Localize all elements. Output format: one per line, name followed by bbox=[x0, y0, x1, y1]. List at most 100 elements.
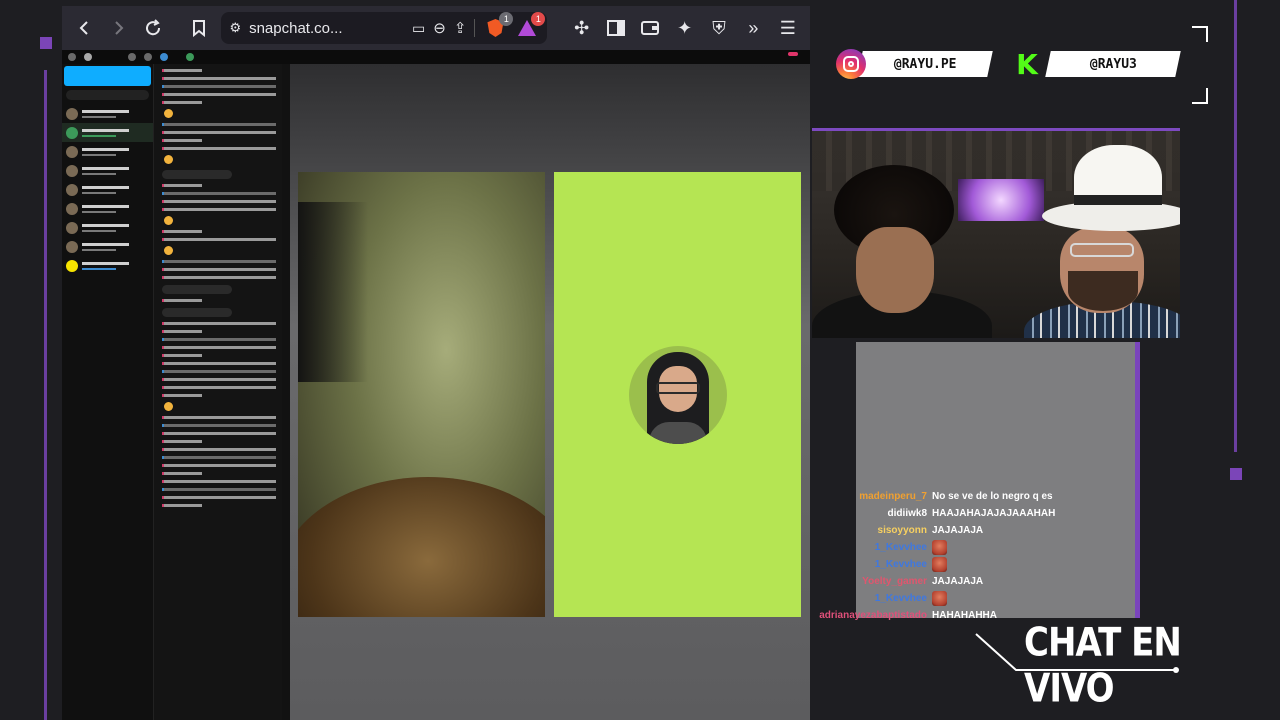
emoji-icon bbox=[164, 109, 173, 118]
chat-message: madeinperu_7 No se ve de lo negro q es bbox=[760, 488, 1140, 505]
emoji-icon bbox=[164, 155, 173, 164]
reload-icon[interactable] bbox=[141, 15, 165, 41]
brave-rewards-button[interactable]: 1 bbox=[515, 12, 546, 40]
ghost-icon[interactable] bbox=[84, 53, 92, 61]
avatar bbox=[66, 259, 78, 272]
list-item[interactable] bbox=[62, 237, 153, 256]
chat-username[interactable]: didiiwk8 bbox=[760, 508, 932, 519]
list-item[interactable] bbox=[62, 104, 153, 123]
remote-video-tile bbox=[298, 172, 545, 617]
bookmark-icon[interactable] bbox=[187, 15, 211, 41]
menu-hamburger-icon[interactable]: ☰ bbox=[776, 15, 800, 41]
instagram-icon bbox=[836, 49, 866, 79]
share-icon[interactable]: ⇪ bbox=[454, 19, 467, 37]
forward-icon[interactable] bbox=[106, 15, 130, 41]
list-item[interactable] bbox=[62, 142, 153, 161]
chat-text: HAHAHAHHA bbox=[932, 610, 997, 621]
brave-shields-button[interactable]: 1 bbox=[483, 12, 514, 40]
chat-username[interactable]: Yoelty_gamer bbox=[760, 576, 932, 587]
address-bar[interactable]: ⚙ snapchat.co... ▭ ⊖ ⇪ 1 1 bbox=[221, 12, 548, 44]
avatar bbox=[66, 183, 78, 196]
brave-shields-badge: 1 bbox=[499, 12, 514, 26]
url-divider bbox=[474, 19, 476, 37]
background-monitor bbox=[958, 179, 1044, 221]
profile-avatar-icon[interactable] bbox=[68, 53, 76, 61]
instagram-handle: @RAYU.PE bbox=[836, 49, 993, 79]
video-call-area bbox=[290, 64, 810, 720]
chat-username[interactable]: sisoyyonn bbox=[760, 525, 932, 536]
friends-icon[interactable] bbox=[128, 53, 136, 61]
kick-icon: K bbox=[1016, 47, 1038, 81]
list-item[interactable] bbox=[62, 123, 153, 142]
chat-message: Yoelty_gamer JAJAJAJA bbox=[760, 573, 1140, 590]
chat-emote-icon bbox=[932, 591, 947, 606]
kick-username: @RAYU3 bbox=[1089, 56, 1137, 72]
chat-message: 1_Kevvhee bbox=[760, 556, 1140, 573]
avatar bbox=[66, 107, 78, 120]
avatar bbox=[66, 126, 78, 139]
notification-banner[interactable] bbox=[64, 66, 151, 86]
active-chat-avatar[interactable] bbox=[186, 53, 194, 61]
chat-username[interactable]: 1_Kevvhee bbox=[760, 542, 932, 553]
list-item[interactable] bbox=[62, 218, 153, 237]
live-chat-messages: madeinperu_7 No se ve de lo negro q es did… bbox=[760, 488, 1140, 624]
chat-username[interactable]: adrianayezabaptistado bbox=[760, 610, 932, 621]
snapchat-web-page bbox=[62, 50, 810, 720]
zoom-out-icon[interactable]: ⊖ bbox=[433, 19, 446, 37]
chat-message: sisoyyonn JAJAJAJA bbox=[760, 522, 1140, 539]
frame-dot-left bbox=[40, 37, 52, 49]
chat-messages-panel bbox=[154, 64, 282, 720]
frame-line-right bbox=[1234, 0, 1237, 452]
chat-username[interactable]: madeinperu_7 bbox=[760, 491, 932, 502]
browser-window: ⚙ snapchat.co... ▭ ⊖ ⇪ 1 1 ✣ ✦ ⛨ » ☰ bbox=[62, 6, 810, 720]
url-text: snapchat.co... bbox=[249, 19, 343, 37]
webcam-feed bbox=[812, 128, 1180, 338]
chat-text: HAAJAHAJAJAJAAAHAH bbox=[932, 508, 1056, 519]
site-settings-icon[interactable]: ⚙ bbox=[229, 20, 241, 36]
kick-handle: K @RAYU3 bbox=[1012, 47, 1181, 81]
chat-message: 1_Kevvhee bbox=[760, 590, 1140, 607]
leave-call-button[interactable] bbox=[788, 52, 798, 56]
emoji-icon bbox=[164, 246, 173, 255]
chat-message: 1_Kevvhee bbox=[760, 539, 1140, 556]
voice-note-player[interactable] bbox=[162, 308, 232, 317]
chat-icon[interactable] bbox=[144, 53, 152, 61]
chat-emote-icon bbox=[932, 540, 947, 555]
vpn-shield-icon[interactable]: ⛨ bbox=[707, 15, 731, 41]
chat-text: JAJAJAJA bbox=[932, 525, 984, 536]
avatar bbox=[66, 164, 78, 177]
frame-dot-right bbox=[1230, 468, 1242, 480]
avatar bbox=[66, 145, 78, 158]
emoji-icon bbox=[164, 216, 173, 225]
cast-icon[interactable]: ▭ bbox=[412, 20, 425, 37]
chat-text: JAJAJAJA bbox=[932, 576, 984, 587]
chat-username[interactable]: 1_Kevvhee bbox=[760, 593, 932, 604]
camera-icon[interactable] bbox=[160, 53, 168, 61]
chat-emote-icon bbox=[932, 557, 947, 572]
leo-ai-icon[interactable]: ✦ bbox=[673, 15, 697, 41]
list-item[interactable] bbox=[62, 180, 153, 199]
frame-corner-top bbox=[1192, 26, 1208, 42]
list-item[interactable] bbox=[62, 161, 153, 180]
frame-line-left bbox=[44, 70, 47, 720]
chat-en-vivo-label: CHAT EN VIVO bbox=[1024, 620, 1182, 712]
chat-username[interactable]: 1_Kevvhee bbox=[760, 559, 932, 570]
back-icon[interactable] bbox=[72, 15, 96, 41]
search-input[interactable] bbox=[66, 90, 149, 100]
extensions-puzzle-icon[interactable]: ✣ bbox=[569, 15, 593, 41]
wallet-icon[interactable] bbox=[638, 15, 662, 41]
bitmoji-avatar bbox=[628, 345, 727, 444]
avatar bbox=[66, 202, 78, 215]
avatar bbox=[66, 240, 78, 253]
list-item[interactable] bbox=[62, 199, 153, 218]
rewards-badge: 1 bbox=[531, 12, 546, 26]
overflow-chevrons-icon[interactable]: » bbox=[741, 15, 765, 41]
snap-topbar bbox=[62, 50, 810, 64]
conversation-list bbox=[62, 64, 154, 720]
voice-note-player[interactable] bbox=[162, 285, 232, 294]
instagram-username: @RAYU.PE bbox=[893, 56, 957, 72]
list-item[interactable] bbox=[62, 256, 153, 275]
sidebar-toggle-icon[interactable] bbox=[604, 15, 628, 41]
chat-message: didiiwk8 HAAJAHAJAJAJAAAHAH bbox=[760, 505, 1140, 522]
voice-note-player[interactable] bbox=[162, 170, 232, 179]
